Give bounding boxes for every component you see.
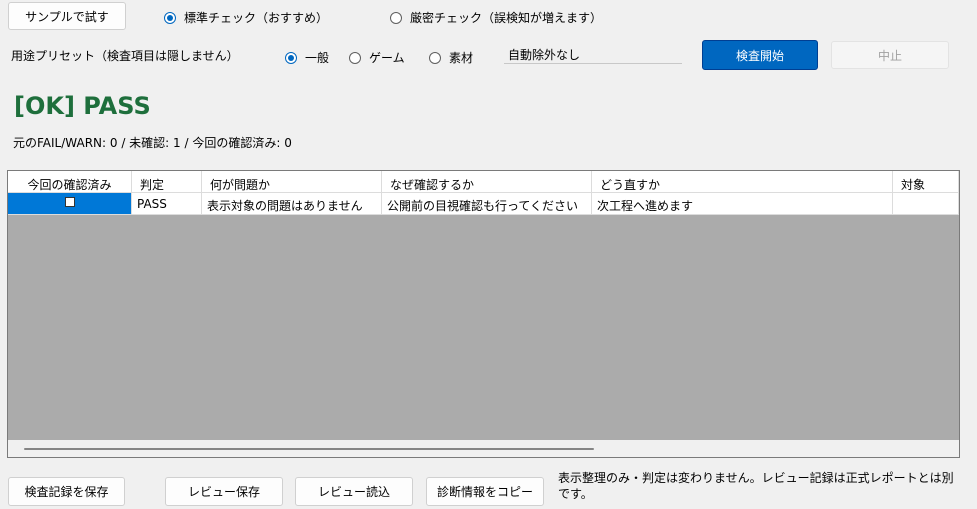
header-issue[interactable]: 何が問題か [202,171,382,193]
result-title: [OK] PASS [14,92,151,120]
review-load-button[interactable]: レビュー読込 [295,477,413,506]
review-save-button[interactable]: レビュー保存 [165,477,283,506]
footer-note: 表示整理のみ・判定は変わりません。レビュー記録は正式レポートとは別です。 [558,471,954,501]
preset-general-label: 一般 [305,51,330,65]
stop-button[interactable]: 中止 [831,41,949,69]
sample-button[interactable]: サンプルで試す [8,2,126,30]
radio-empty-icon [429,51,441,64]
preset-general-radio[interactable]: 一般 [285,49,329,66]
horizontal-scrollbar[interactable] [8,440,959,457]
header-fix[interactable]: どう直すか [592,171,893,193]
mode-standard-radio[interactable]: 標準チェック（おすすめ） [164,9,328,26]
preset-material-radio[interactable]: 素材 [429,49,473,66]
issue-cell: 表示対象の問題はありません [202,193,382,215]
mode-strict-radio[interactable]: 厳密チェック（誤検知が増えます） [390,9,602,26]
header-reason[interactable]: なぜ確認するか [382,171,592,193]
radio-empty-icon [390,11,402,24]
copy-diagnostics-button[interactable]: 診断情報をコピー [426,477,544,506]
header-reviewed[interactable]: 今回の確認済み [8,171,132,193]
save-record-button[interactable]: 検査記録を保存 [8,477,125,506]
start-check-button[interactable]: 検査開始 [702,40,818,70]
fix-cell: 次工程へ進めます [592,193,893,215]
result-counts: 元のFAIL/WARN: 0 / 未確認: 1 / 今回の確認済み: 0 [13,136,292,150]
results-grid[interactable]: 今回の確認済み 判定 何が問題か なぜ確認するか どう直すか 対象 PASS 表… [7,170,960,458]
preset-game-label: ゲーム [369,51,405,65]
header-target[interactable]: 対象 [893,171,959,193]
verdict-cell: PASS [132,193,202,215]
radio-selected-icon [285,51,297,64]
reviewed-cell[interactable] [8,193,132,215]
exclusion-field[interactable]: 自動除外なし [504,42,682,64]
preset-label: 用途プリセット（検査項目は隠しません） [11,49,239,63]
preset-material-label: 素材 [449,51,474,65]
mode-standard-label: 標準チェック（おすすめ） [184,11,329,25]
target-cell [893,193,959,215]
radio-selected-icon [164,11,176,24]
scrollbar-thumb[interactable] [24,448,594,450]
radio-empty-icon [349,51,361,64]
preset-game-radio[interactable]: ゲーム [349,49,405,66]
header-verdict[interactable]: 判定 [132,171,202,193]
grid-header: 今回の確認済み 判定 何が問題か なぜ確認するか どう直すか 対象 [8,171,959,193]
mode-strict-label: 厳密チェック（誤検知が増えます） [410,11,603,25]
reason-cell: 公開前の目視確認も行ってください [382,193,592,215]
table-row[interactable]: PASS 表示対象の問題はありません 公開前の目視確認も行ってください 次工程へ… [8,193,959,215]
reviewed-checkbox[interactable] [64,197,75,207]
